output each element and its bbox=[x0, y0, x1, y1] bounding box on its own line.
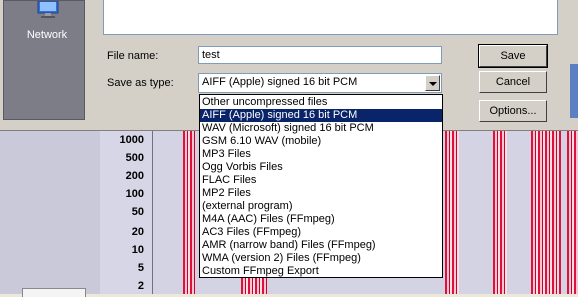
savetype-dropdown-list[interactable]: Other uncompressed files AIFF (Apple) sig… bbox=[199, 94, 443, 278]
savetype-label: Save as type: bbox=[107, 77, 174, 89]
dropdown-option[interactable]: Custom FFmpeg Export bbox=[200, 265, 442, 278]
dropdown-option[interactable]: (external program) bbox=[200, 200, 442, 213]
scale-tick: 5 bbox=[137, 262, 144, 274]
network-label[interactable]: Network bbox=[7, 29, 87, 41]
frequency-scale: 1000 500 200 100 50 20 10 5 2 bbox=[100, 130, 153, 294]
savetype-value: AIFF (Apple) signed 16 bit PCM bbox=[202, 76, 358, 88]
window-frame-edge bbox=[570, 64, 578, 118]
track-tab[interactable] bbox=[22, 288, 86, 297]
scale-tick: 100 bbox=[125, 188, 144, 200]
dropdown-option[interactable]: WMA (version 2) Files (FFmpeg) bbox=[200, 252, 442, 265]
cancel-button[interactable]: Cancel bbox=[479, 71, 547, 93]
options-button[interactable]: Options... bbox=[479, 100, 547, 122]
dropdown-option[interactable]: MP3 Files bbox=[200, 148, 442, 161]
spectrogram-band bbox=[183, 130, 195, 294]
save-button[interactable]: Save bbox=[478, 44, 548, 68]
dropdown-option[interactable]: GSM 6.10 WAV (mobile) bbox=[200, 135, 442, 148]
spectrogram-band bbox=[531, 130, 561, 294]
scale-tick: 1000 bbox=[119, 134, 144, 146]
places-bar: Network bbox=[3, 0, 85, 120]
scale-tick: 2 bbox=[137, 280, 144, 292]
spectrogram-band bbox=[493, 130, 507, 294]
dropdown-option[interactable]: FLAC Files bbox=[200, 174, 442, 187]
dropdown-option[interactable]: AC3 Files (FFmpeg) bbox=[200, 226, 442, 239]
file-list[interactable] bbox=[103, 0, 558, 35]
chevron-down-icon bbox=[429, 82, 437, 86]
scale-tick: 200 bbox=[125, 170, 144, 182]
network-icon bbox=[37, 1, 59, 18]
filename-input[interactable]: test bbox=[198, 46, 442, 64]
filename-label: File name: bbox=[107, 50, 159, 62]
dropdown-option[interactable]: M4A (AAC) Files (FFmpeg) bbox=[200, 213, 442, 226]
dropdown-option[interactable]: Other uncompressed files bbox=[200, 96, 442, 109]
dropdown-option[interactable]: AMR (narrow band) Files (FFmpeg) bbox=[200, 239, 442, 252]
track-control-panel bbox=[0, 130, 101, 294]
dropdown-option[interactable]: MP2 Files bbox=[200, 187, 442, 200]
dropdown-option[interactable]: WAV (Microsoft) signed 16 bit PCM bbox=[200, 122, 442, 135]
scale-tick: 10 bbox=[131, 244, 144, 256]
dropdown-option[interactable]: AIFF (Apple) signed 16 bit PCM bbox=[200, 109, 442, 122]
scale-tick: 500 bbox=[125, 152, 144, 164]
dropdown-arrow-button[interactable] bbox=[425, 75, 440, 91]
spectrogram-band bbox=[567, 130, 578, 294]
spectrogram-band bbox=[445, 130, 459, 294]
savetype-select[interactable]: AIFF (Apple) signed 16 bit PCM bbox=[198, 73, 442, 93]
dropdown-option[interactable]: Ogg Vorbis Files bbox=[200, 161, 442, 174]
scale-tick: 50 bbox=[131, 206, 144, 218]
scale-tick: 20 bbox=[131, 226, 144, 238]
